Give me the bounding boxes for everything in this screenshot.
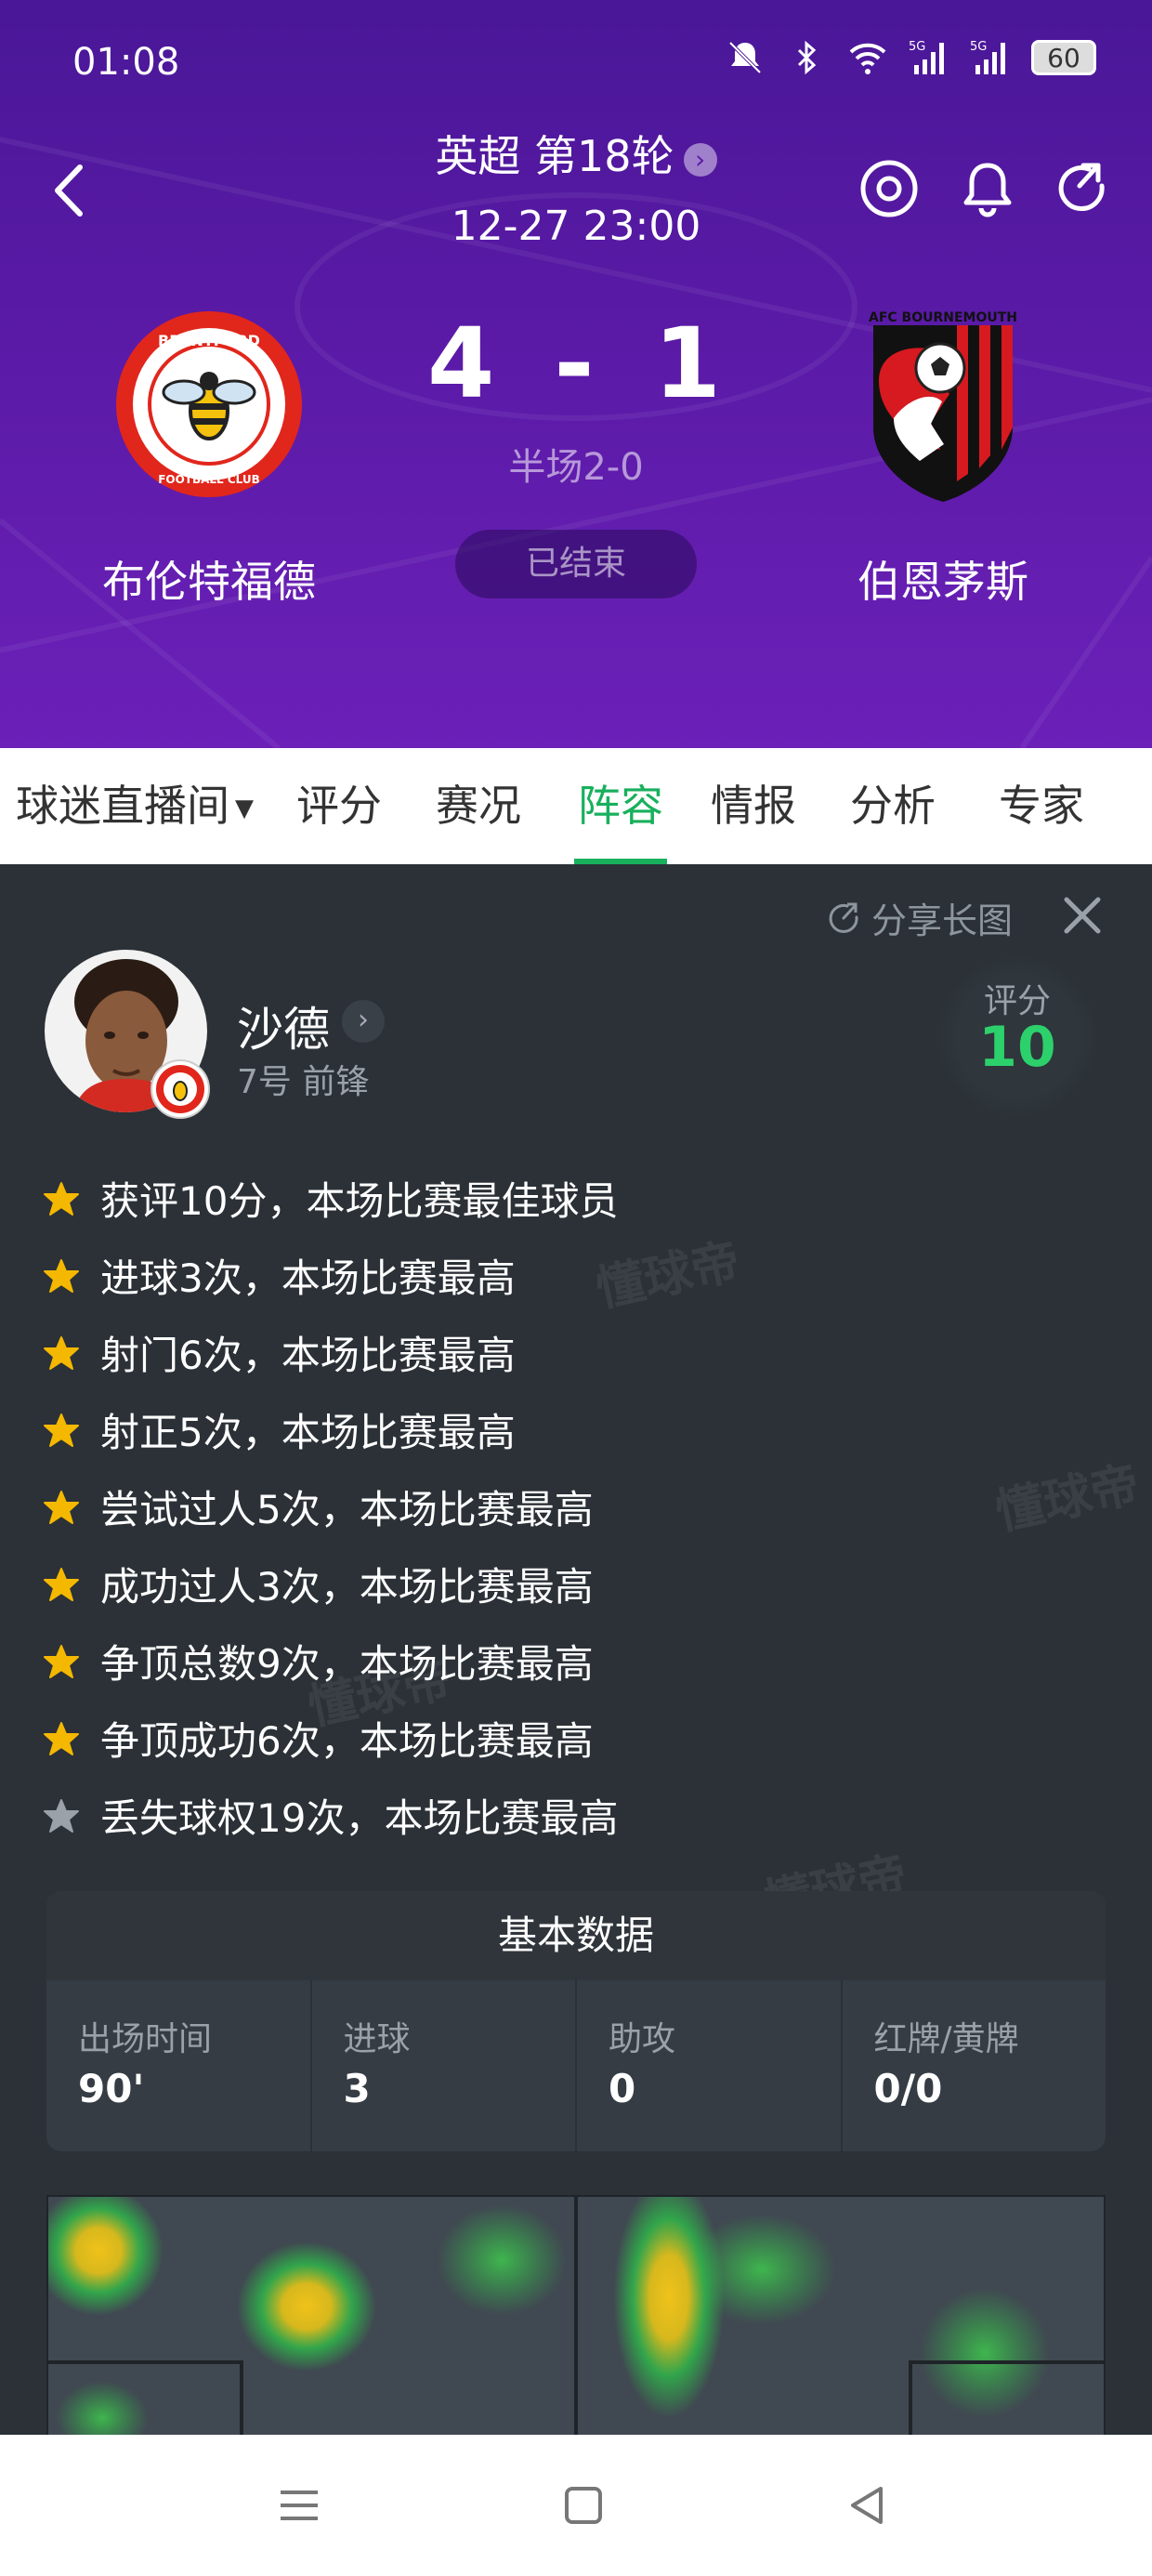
star-icon <box>44 1413 79 1447</box>
highlight-text: 丢失球权19次，本场比赛最高 <box>100 1795 619 1841</box>
basic-stats-row: 出场时间 90' 进球 3 助攻 0 红牌/黄牌 0/0 <box>46 1980 1106 2151</box>
star-icon <box>44 1335 79 1370</box>
star-icon <box>44 1181 79 1216</box>
highlight-item: 成功过人3次，本场比赛最高 <box>43 1545 618 1623</box>
highlight-text: 争顶总数9次，本场比赛最高 <box>100 1641 594 1687</box>
round-label: 英超 第18轮 <box>435 131 674 181</box>
stat-value: 3 <box>343 2066 371 2111</box>
chevron-right-icon[interactable]: › <box>342 1000 385 1043</box>
svg-text:AFC BOURNEMOUTH: AFC BOURNEMOUTH <box>869 310 1017 325</box>
menu-icon[interactable] <box>271 2477 327 2533</box>
wifi-icon <box>849 43 886 74</box>
basic-stats-title: 基本数据 <box>46 1891 1106 1980</box>
highlight-text: 射正5次，本场比赛最高 <box>100 1410 516 1455</box>
home-score: 4 <box>427 307 499 420</box>
highlight-text: 尝试过人5次，本场比赛最高 <box>100 1487 594 1532</box>
signal-5g-icon: 5G <box>909 40 944 74</box>
chevron-right-icon: › <box>683 142 717 177</box>
svg-text:5G: 5G <box>909 40 925 54</box>
star-icon <box>44 1258 79 1293</box>
highlight-item: 尝试过人5次，本场比赛最高 <box>43 1468 618 1545</box>
share-long-image-button[interactable]: 分享长图 <box>825 892 1013 943</box>
highlight-item: 争顶总数9次，本场比赛最高 <box>43 1623 618 1700</box>
back-triangle-icon[interactable] <box>840 2477 896 2533</box>
player-position: 7号 前锋 <box>237 1063 370 1101</box>
status-time: 01:08 <box>72 41 180 84</box>
stat-label: 助攻 <box>609 2020 676 2058</box>
battery-indicator: 60 <box>1031 40 1096 75</box>
close-icon[interactable] <box>1059 892 1106 939</box>
star-icon <box>44 1644 79 1678</box>
tab-fan-live[interactable]: 球迷直播间 ▼ <box>0 748 269 864</box>
highlight-item: 丢失球权19次，本场比赛最高 <box>43 1777 618 1854</box>
tab-experts[interactable]: 专家 <box>972 748 1111 864</box>
stat-goals: 进球 3 <box>312 1980 577 2151</box>
svg-text:5G: 5G <box>970 40 987 54</box>
status-icons: 5G 5G 60 <box>725 37 1096 78</box>
basic-stats-card: 基本数据 出场时间 90' 进球 3 助攻 0 红牌/黄牌 0/0 <box>46 1891 1106 2151</box>
stat-label: 进球 <box>343 2020 411 2058</box>
player-detail-panel: 懂球帝 懂球帝 懂球帝 懂球帝 分享长图 沙德 › 7号 前锋 评分 10 获评… <box>0 864 1152 2437</box>
highlight-item: 进球3次，本场比赛最高 <box>43 1237 618 1314</box>
highlight-text: 进球3次，本场比赛最高 <box>100 1255 516 1301</box>
caret-down-icon: ▼ <box>235 795 254 822</box>
team-badge-icon <box>151 1059 210 1119</box>
status-bar: 01:08 5G 5G 60 <box>0 0 1152 130</box>
tab-lineup[interactable]: 阵容 <box>574 748 667 864</box>
star-icon <box>44 1490 79 1524</box>
tab-match-events[interactable]: 赛况 <box>409 748 548 864</box>
score-separator: - <box>554 307 598 420</box>
tab-bar: 球迷直播间 ▼ 评分 赛况 阵容 情报 分析 专家 <box>0 748 1152 864</box>
share-icon <box>829 902 858 933</box>
highlights-list: 获评10分，本场比赛最佳球员 进球3次，本场比赛最高 射门6次，本场比赛最高 射正5次… <box>43 1160 618 1854</box>
match-status-badge: 已结束 <box>455 530 697 598</box>
mute-bell-icon <box>728 41 762 74</box>
away-score: 1 <box>653 307 725 420</box>
target-icon[interactable] <box>857 156 922 221</box>
tab-fan-live-label: 球迷直播间 <box>16 781 229 831</box>
highlight-text: 射门6次，本场比赛最高 <box>100 1333 516 1378</box>
stat-value: 0 <box>609 2066 636 2111</box>
home-team-name[interactable]: 布伦特福德 <box>42 548 376 610</box>
tab-analysis[interactable]: 分析 <box>814 748 972 864</box>
star-icon <box>44 1567 79 1601</box>
match-header: 01:08 5G 5G 60 英超 第18轮 › 12-27 23:00 BRE… <box>0 0 1152 748</box>
stat-assists: 助攻 0 <box>577 1980 843 2151</box>
tab-intel[interactable]: 情报 <box>693 748 814 864</box>
signal-5g-icon: 5G <box>970 40 1005 74</box>
stat-cards: 红牌/黄牌 0/0 <box>843 1980 1106 2151</box>
bluetooth-icon <box>797 40 817 75</box>
stat-minutes: 出场时间 90' <box>46 1980 312 2151</box>
highlight-item: 射门6次，本场比赛最高 <box>43 1314 618 1391</box>
star-icon <box>44 1721 79 1755</box>
stat-label: 红牌/黄牌 <box>873 2020 1019 2058</box>
highlight-text: 成功过人3次，本场比赛最高 <box>100 1564 594 1610</box>
stat-value: 90' <box>78 2066 145 2111</box>
system-nav-bar <box>0 2435 1152 2576</box>
rating-value: 10 <box>978 1015 1056 1080</box>
player-heatmap <box>46 2195 1106 2437</box>
tab-ratings[interactable]: 评分 <box>269 748 409 864</box>
share-label: 分享长图 <box>871 900 1013 941</box>
highlight-item: 获评10分，本场比赛最佳球员 <box>43 1160 618 1237</box>
away-team-name[interactable]: 伯恩茅斯 <box>776 548 1110 610</box>
highlight-text: 获评10分，本场比赛最佳球员 <box>100 1178 619 1224</box>
away-team-logo[interactable]: AFC BOURNEMOUTH <box>845 307 1041 502</box>
bell-icon[interactable] <box>955 156 1020 221</box>
highlight-item: 争顶成功6次，本场比赛最高 <box>43 1700 618 1777</box>
stat-value: 0/0 <box>873 2066 943 2111</box>
share-icon[interactable] <box>1052 156 1117 221</box>
highlight-item: 射正5次，本场比赛最高 <box>43 1391 618 1468</box>
rating-badge: 评分 10 <box>938 957 1096 1115</box>
highlight-text: 争顶成功6次，本场比赛最高 <box>100 1718 594 1764</box>
player-name[interactable]: 沙德 <box>237 992 330 1059</box>
home-square-icon[interactable] <box>556 2477 611 2533</box>
watermark: 懂球帝 <box>990 1456 1145 1542</box>
star-icon <box>44 1798 79 1833</box>
stat-label: 出场时间 <box>78 2020 213 2058</box>
